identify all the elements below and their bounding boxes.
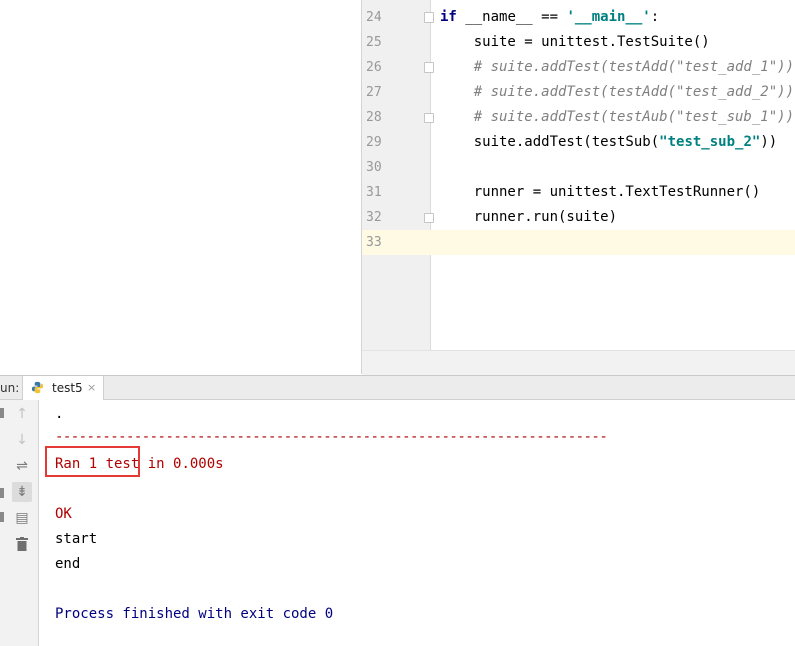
edge-marker xyxy=(0,488,4,498)
code-line[interactable]: 30 xyxy=(362,155,795,180)
code-text: suite = unittest.TestSuite() xyxy=(440,34,710,50)
line-number: 31 xyxy=(366,185,382,200)
line-number: 27 xyxy=(366,85,382,100)
run-tool-window-header: un: test5 × xyxy=(0,375,795,400)
code-text: # suite.addTest(testAub("test_sub_1")) xyxy=(440,109,795,125)
project-pane xyxy=(0,0,362,374)
line-number: 26 xyxy=(366,60,382,75)
code-line[interactable]: 32 runner.run(suite) xyxy=(362,205,795,230)
scroll-to-end-icon[interactable]: ⇟ xyxy=(12,482,32,502)
line-number: 33 xyxy=(366,235,382,250)
code-line[interactable]: 31 runner = unittest.TextTestRunner() xyxy=(362,180,795,205)
code-line[interactable]: 29 suite.addTest(testSub("test_sub_2")) xyxy=(362,130,795,155)
line-number: 32 xyxy=(366,210,382,225)
ran-time-text: in 0.000s xyxy=(139,456,224,472)
editor-horizontal-scroll-area xyxy=(362,350,795,375)
code-line[interactable]: 25 suite = unittest.TestSuite() xyxy=(362,30,795,55)
code-line[interactable]: 24 if __name__ == '__main__': xyxy=(362,5,795,30)
arrow-down-icon[interactable]: ↓ xyxy=(12,430,32,450)
code-editor[interactable]: 24 if __name__ == '__main__': 25 suite = u… xyxy=(362,0,795,375)
edge-marker xyxy=(0,408,4,418)
edge-marker xyxy=(0,512,4,522)
console-process-finished: Process finished with exit code 0 xyxy=(55,606,334,622)
code-line[interactable]: 26 # suite.addTest(testAdd("test_add_1")… xyxy=(362,55,795,80)
python-icon xyxy=(31,381,44,394)
code-line[interactable]: 28 # suite.addTest(testAub("test_sub_1")… xyxy=(362,105,795,130)
trash-icon[interactable] xyxy=(12,534,32,554)
console-ok: OK xyxy=(55,506,72,522)
tab-label: test5 xyxy=(52,381,83,395)
fold-marker-icon[interactable] xyxy=(424,12,434,23)
code-text: runner.run(suite) xyxy=(440,209,618,225)
run-label: un: xyxy=(0,381,20,395)
highlight-box xyxy=(45,446,140,477)
code-text: runner = unittest.TextTestRunner() xyxy=(440,184,761,200)
arrow-up-icon[interactable]: ↑ xyxy=(12,404,32,424)
code-text: if __name__ == '__main__': xyxy=(440,9,660,25)
line-number: 30 xyxy=(366,160,382,175)
code-text: suite.addTest(testSub("test_sub_2")) xyxy=(440,134,778,150)
code-text: # suite.addTest(testAdd("test_add_1")) xyxy=(440,59,795,75)
tab-test5[interactable]: test5 × xyxy=(22,376,104,400)
line-number: 28 xyxy=(366,110,382,125)
code-line[interactable]: 33 xyxy=(362,230,795,255)
line-number: 29 xyxy=(366,135,382,150)
soft-wrap-icon[interactable]: ⇌ xyxy=(12,456,32,476)
run-toolbar: ↑ ↓ ⇌ ⇟ ▤ xyxy=(0,400,39,646)
print-icon[interactable]: ▤ xyxy=(12,508,32,528)
line-number: 24 xyxy=(366,10,382,25)
line-number: 25 xyxy=(366,35,382,50)
console-output[interactable]: . --------------------------------------… xyxy=(39,400,795,646)
console-start: start xyxy=(55,531,98,547)
console-end: end xyxy=(55,556,81,572)
fold-marker-icon[interactable] xyxy=(424,62,434,73)
code-text: # suite.addTest(testAdd("test_add_2")) xyxy=(440,84,795,100)
console-separator: ----------------------------------------… xyxy=(55,429,608,445)
fold-marker-icon[interactable] xyxy=(424,213,434,223)
console-dot: . xyxy=(55,406,64,422)
close-icon[interactable]: × xyxy=(87,381,96,394)
code-line[interactable]: 27 # suite.addTest(testAdd("test_add_2")… xyxy=(362,80,795,105)
fold-marker-icon[interactable] xyxy=(424,113,434,123)
